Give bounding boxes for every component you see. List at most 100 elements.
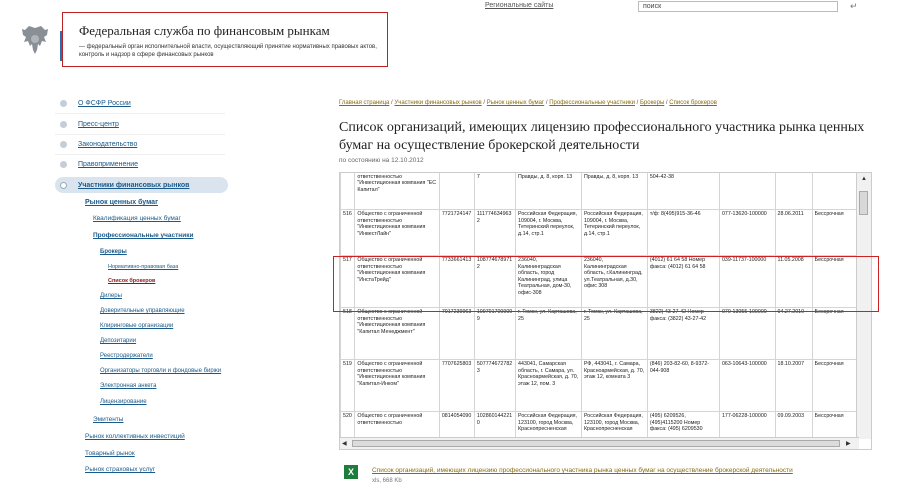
table-cell: 517 xyxy=(340,255,356,308)
table-cell: Бессрочная xyxy=(811,209,859,256)
breadcrumb-item[interactable]: Рынок ценных бумаг xyxy=(487,100,544,106)
sidebar-sub-registrars[interactable]: Реестродержатели xyxy=(100,353,153,359)
enter-icon[interactable]: ↵ xyxy=(850,1,858,12)
table-cell: 039-11737-100000 xyxy=(718,255,776,308)
table-cell: 7707625803 xyxy=(438,359,475,412)
sidebar-sub-questionnaire[interactable]: Электронная анкета xyxy=(100,383,156,389)
table-cell: т/ф: 8(495)915-36-46 xyxy=(646,209,720,256)
table-cell: 7733661413 xyxy=(438,255,475,308)
broker-table-frame[interactable]: 515Общество с ограниченной ответственнос… xyxy=(339,172,872,450)
table-cell: 519 xyxy=(340,359,356,412)
table-cell: Бессрочная xyxy=(811,173,859,210)
sidebar-sub-clearing[interactable]: Клиринговые организации xyxy=(100,323,173,329)
file-size: xls, 668 Kb xyxy=(372,478,402,484)
sidebar-item-participants[interactable]: Участники финансовых рынков xyxy=(78,182,189,189)
table-cell: Общество с ограниченной ответственностью… xyxy=(354,307,440,360)
table-cell: 5077746727823 xyxy=(473,359,517,412)
sidebar-divider xyxy=(55,134,225,135)
sidebar-sub-exchanges[interactable]: Организаторы торговли и фондовые биржи xyxy=(100,368,221,374)
as-of-date: по состоянию на 12.10.2012 xyxy=(339,157,424,164)
scroll-left-icon[interactable]: ◀ xyxy=(342,440,347,447)
sidebar-sub-brokers[interactable]: Брокеры xyxy=(100,249,127,255)
table-cell: Бессрочная xyxy=(811,307,859,360)
sidebar-sub-commodity[interactable]: Товарный рынок xyxy=(85,450,135,457)
table-cell: 236040, Калининградская область, г.Калин… xyxy=(580,255,648,308)
bullet-icon xyxy=(60,121,67,128)
sidebar-sub-collective[interactable]: Рынок коллективных инвестиций xyxy=(85,433,185,440)
site-subtitle: — федеральный орган исполнительной власт… xyxy=(79,44,377,58)
table-cell: 3822) 43-27-42 Номер факса: (3822) 43-27… xyxy=(646,307,720,360)
download-link[interactable]: Список организаций, имеющих лицензию про… xyxy=(372,467,793,474)
table-cell: РФ, 443041, г. Самара, Красноармейская, … xyxy=(580,359,648,412)
table-cell: 1097017009099 xyxy=(473,307,517,360)
sidebar-sub-licensing[interactable]: Лицензирование xyxy=(100,399,147,405)
sidebar-item-press[interactable]: Пресс-центр xyxy=(78,121,119,128)
sidebar-divider xyxy=(55,154,225,155)
table-cell: Общество с ограниченной ответственностью… xyxy=(354,173,440,210)
table-cell: 077-12008-100000 xyxy=(718,173,776,210)
excel-file-icon[interactable]: X xyxy=(344,465,358,479)
sidebar-sub-issuers[interactable]: Эмитенты xyxy=(93,416,123,423)
scroll-up-icon[interactable]: ▲ xyxy=(861,176,867,182)
table-row: 517 Общество с ограниченной ответственнос… xyxy=(340,255,859,308)
sidebar-divider xyxy=(55,113,225,114)
breadcrumb-item[interactable]: Главная страница xyxy=(339,100,389,106)
scroll-thumb[interactable] xyxy=(859,191,868,215)
table-cell: 070-13055-100000 xyxy=(718,307,776,360)
table-cell: Российская Федерация, 109004, г. Москва,… xyxy=(580,209,648,256)
breadcrumb-item[interactable]: Список брокеров xyxy=(669,100,717,106)
sidebar-sub-dealers[interactable]: Дилеры xyxy=(100,293,122,299)
table-cell: 1087746132367 xyxy=(473,173,517,210)
table-cell: Бессрочная xyxy=(811,255,859,308)
scroll-thumb[interactable] xyxy=(352,440,840,447)
sidebar-sub-broker-list[interactable]: Список брокеров xyxy=(108,278,155,284)
sidebar-sub-qualification[interactable]: Квалификация ценных бумаг xyxy=(93,215,181,222)
table-cell: 063-10643-100000 xyxy=(718,359,776,412)
sidebar-item-enforcement[interactable]: Правоприменение xyxy=(78,161,138,168)
table-cell: (846) 203-82-60, 8-9372-044-908 xyxy=(646,359,720,412)
sidebar-sub-securities-market[interactable]: Рынок ценных бумаг xyxy=(85,199,158,206)
table-cell: Общество с ограниченной ответственностью… xyxy=(354,209,440,256)
table-cell: 7713758074 xyxy=(438,173,475,210)
table-cell: г. Томск, ул. Карташова, 25 xyxy=(580,307,648,360)
table-cell: 443041, Самарская область, г. Самара, ул… xyxy=(515,359,582,412)
table-cell: 7017239963 xyxy=(438,307,475,360)
table-cell: т/ф (495) 504-01-80, (499) 504-42-38 xyxy=(646,173,720,210)
bullet-icon xyxy=(60,182,67,189)
site-title[interactable]: Федеральная служба по финансовым рынкам xyxy=(79,23,330,39)
table-cell: 1087746789712 xyxy=(473,255,517,308)
breadcrumb-item[interactable]: Профессиональные участники xyxy=(549,100,635,106)
sidebar-item-legislation[interactable]: Законодательство xyxy=(78,141,137,148)
breadcrumb-item[interactable]: Участники финансовых рынков xyxy=(394,100,481,106)
search-input[interactable] xyxy=(638,1,838,12)
sidebar-item-about[interactable]: О ФСФР России xyxy=(78,100,131,107)
table-cell: 11.05.2008 xyxy=(774,255,813,308)
table-cell: 28.06.2011 xyxy=(774,209,813,256)
table-cell: 077-13620-100000 xyxy=(718,209,776,256)
regional-sites-link[interactable]: Региональные сайты xyxy=(485,2,553,9)
table-row: 518 Общество с ограниченной ответственнос… xyxy=(340,307,859,360)
sidebar-sub-professionals[interactable]: Профессиональные участники xyxy=(93,232,193,239)
breadcrumb-item[interactable]: Брокеры xyxy=(640,100,664,106)
table-cell: г. Томск, ул. Карташова, 25 xyxy=(515,307,582,360)
horizontal-scrollbar[interactable]: ◀ ▶ xyxy=(340,437,859,449)
bullet-icon xyxy=(60,141,67,148)
table-cell: 125040, г. Москва, ул. Правды, д. 8, кор… xyxy=(580,173,648,210)
table-cell: Общество с ограниченной ответственностью… xyxy=(354,359,440,412)
sidebar-sub-normative-base[interactable]: Нормативно-правовая база xyxy=(108,264,178,270)
page-title: Список организаций, имеющих лицензию про… xyxy=(339,120,865,153)
table-cell: (4012) 61 64 58 Номер факса: (4012) 61 6… xyxy=(646,255,720,308)
table-cell: 04.27.2010 xyxy=(774,307,813,360)
sidebar-sub-trustees[interactable]: Доверительные управляющие xyxy=(100,308,185,314)
scroll-right-icon[interactable]: ▶ xyxy=(846,440,851,447)
table-cell: Бессрочная xyxy=(811,359,859,412)
sidebar-sub-depositaries[interactable]: Депозитарии xyxy=(100,338,136,344)
table-cell: 515 xyxy=(340,173,356,210)
vertical-scrollbar[interactable]: ▲ xyxy=(856,173,871,439)
table-cell: 19.11.2008 xyxy=(774,173,813,210)
table-cell: Российская Федерация, 109004, г. Москва,… xyxy=(515,209,582,256)
table-cell: Общество с ограниченной ответственностью… xyxy=(354,255,440,308)
table-cell: 18.10.2007 xyxy=(774,359,813,412)
table-cell: 7721724147 xyxy=(438,209,475,256)
sidebar-sub-insurance[interactable]: Рынок страховых услуг xyxy=(85,466,155,473)
